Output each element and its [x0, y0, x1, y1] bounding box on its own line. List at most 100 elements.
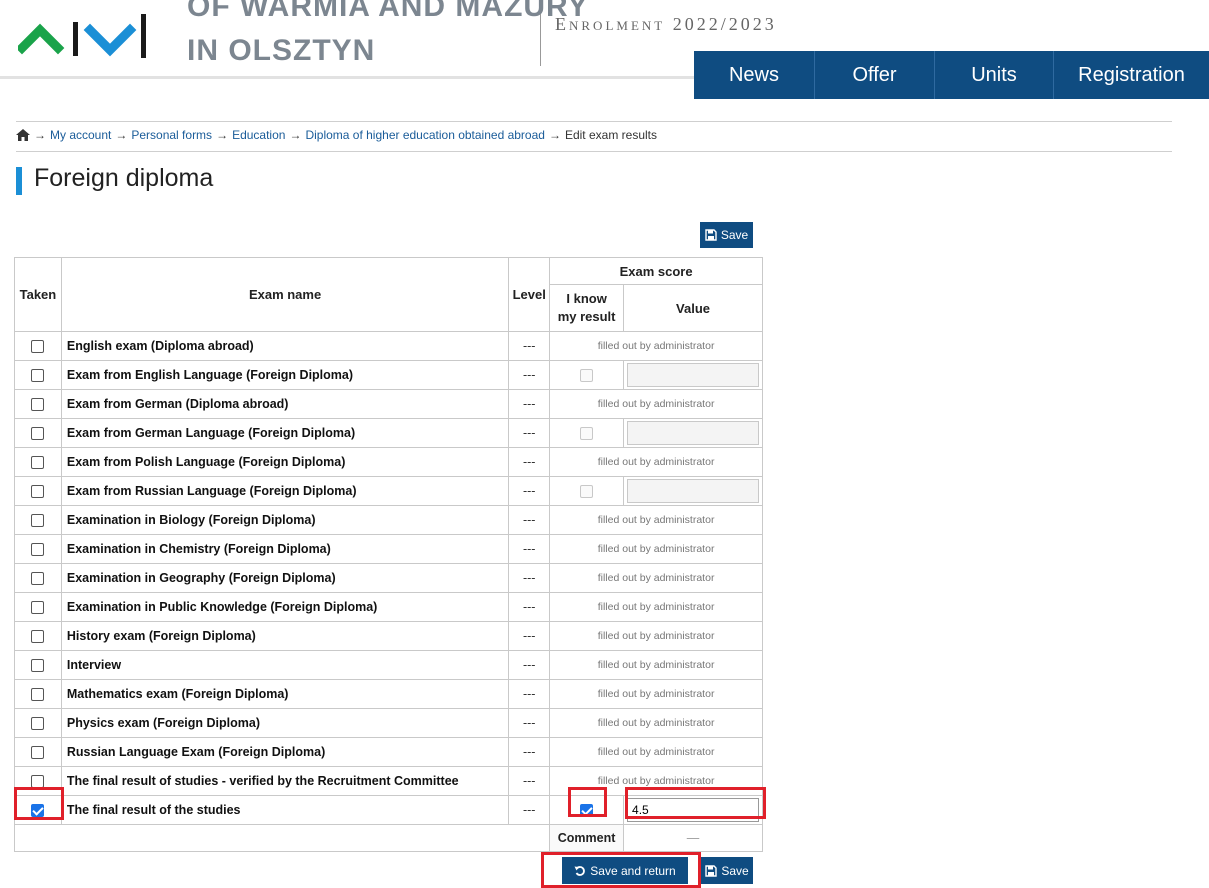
taken-cell — [14, 766, 62, 796]
breadcrumb-my-account[interactable]: My account — [50, 128, 111, 142]
taken-cell — [14, 447, 62, 477]
header-divider — [540, 14, 541, 66]
save-and-return-label: Save and return — [590, 863, 676, 878]
exam-level: --- — [508, 389, 551, 419]
table-row: History exam (Foreign Diploma) --- filled … — [14, 621, 763, 651]
value-cell — [623, 476, 763, 506]
table-row: Russian Language Exam (Foreign Diploma) -… — [14, 737, 763, 767]
table-row: Examination in Biology (Foreign Diploma)… — [14, 505, 763, 535]
table-row: The final result of the studies --- — [14, 795, 763, 825]
exam-name: Exam from Russian Language (Foreign Dipl… — [60, 476, 510, 506]
save-button-label: Save — [720, 228, 749, 242]
taken-checkbox[interactable] — [31, 717, 45, 731]
nav-units[interactable]: Units — [935, 51, 1054, 99]
table-row: Exam from German (Diploma abroad) --- fill… — [14, 389, 763, 419]
value-input[interactable] — [627, 421, 760, 445]
taken-cell — [14, 679, 62, 709]
value-input[interactable] — [627, 363, 760, 387]
table-row: Exam from English Language (Foreign Dipl… — [14, 360, 763, 390]
nav-registration[interactable]: Registration — [1054, 51, 1209, 99]
admin-filled-note: filled out by administrator — [549, 621, 763, 651]
save-and-return-button[interactable]: Save and return — [562, 857, 688, 884]
header-exam-score: Exam score — [549, 257, 763, 285]
taken-checkbox[interactable] — [31, 514, 45, 528]
value-cell — [623, 795, 763, 825]
taken-checkbox[interactable] — [31, 688, 45, 702]
know-result-checkbox[interactable] — [580, 427, 594, 441]
breadcrumb-personal-forms[interactable]: Personal forms — [131, 128, 212, 142]
header-value: Value — [623, 284, 763, 332]
header-i-know-text: I know my result — [557, 291, 616, 324]
taken-cell — [14, 418, 62, 448]
university-logo — [18, 14, 146, 58]
breadcrumb-diploma-abroad[interactable]: Diploma of higher education obtained abr… — [305, 128, 545, 142]
admin-filled-note: filled out by administrator — [549, 708, 763, 738]
taken-checkbox[interactable] — [31, 340, 45, 354]
exam-level: --- — [508, 621, 551, 651]
table-row: Interview --- filled out by administrator — [14, 650, 763, 680]
breadcrumb: → My account → Personal forms → Educatio… — [16, 128, 657, 142]
taken-checkbox[interactable] — [31, 659, 45, 673]
taken-cell — [14, 360, 62, 390]
taken-cell — [14, 737, 62, 767]
taken-checkbox[interactable] — [31, 804, 45, 818]
exam-name: Examination in Public Knowledge (Foreign… — [60, 592, 510, 622]
taken-checkbox[interactable] — [31, 630, 45, 644]
university-name-bottom: IN OLSZTYN — [187, 34, 376, 67]
floppy-disk-icon — [705, 864, 718, 877]
taken-cell — [14, 534, 62, 564]
admin-filled-note: filled out by administrator — [549, 592, 763, 622]
header-taken: Taken — [14, 257, 62, 332]
floppy-disk-icon — [705, 229, 717, 241]
exam-name: History exam (Foreign Diploma) — [60, 621, 510, 651]
know-result-checkbox[interactable] — [580, 804, 594, 818]
taken-checkbox[interactable] — [31, 398, 45, 412]
exam-level: --- — [508, 331, 551, 361]
breadcrumb-arrow: → — [34, 128, 46, 142]
exam-name: Examination in Chemistry (Foreign Diplom… — [60, 534, 510, 564]
exam-level: --- — [508, 708, 551, 738]
home-icon[interactable] — [16, 129, 30, 141]
taken-checkbox[interactable] — [31, 427, 45, 441]
save-button-bottom[interactable]: Save — [701, 857, 753, 884]
taken-checkbox[interactable] — [31, 543, 45, 557]
taken-checkbox[interactable] — [31, 456, 45, 470]
taken-checkbox[interactable] — [31, 746, 45, 760]
taken-checkbox[interactable] — [31, 572, 45, 586]
admin-filled-note: filled out by administrator — [549, 331, 763, 361]
taken-checkbox[interactable] — [31, 485, 45, 499]
taken-checkbox[interactable] — [31, 369, 45, 383]
exam-level: --- — [508, 447, 551, 477]
header-i-know: I know my result — [549, 284, 625, 332]
admin-filled-note: filled out by administrator — [549, 679, 763, 709]
exam-level: --- — [508, 766, 551, 796]
taken-checkbox[interactable] — [31, 601, 45, 615]
exam-name: Exam from German (Diploma abroad) — [60, 389, 510, 419]
taken-checkbox[interactable] — [31, 775, 45, 789]
exam-results-table: Taken Exam name Level Exam score I know … — [13, 257, 763, 852]
exam-level: --- — [508, 360, 551, 390]
save-button-top[interactable]: Save — [700, 222, 753, 248]
know-result-checkbox[interactable] — [580, 369, 594, 383]
exam-rows: English exam (Diploma abroad) --- filled o… — [14, 331, 763, 825]
breadcrumb-education[interactable]: Education — [232, 128, 285, 142]
nav-offer[interactable]: Offer — [815, 51, 935, 99]
table-row: Examination in Public Knowledge (Foreign… — [14, 592, 763, 622]
value-input[interactable] — [627, 798, 760, 822]
admin-filled-note: filled out by administrator — [549, 650, 763, 680]
admin-filled-note: filled out by administrator — [549, 505, 763, 535]
exam-level: --- — [508, 505, 551, 535]
value-cell — [623, 418, 763, 448]
admin-filled-note: filled out by administrator — [549, 534, 763, 564]
exam-name: Examination in Biology (Foreign Diploma) — [60, 505, 510, 535]
nav-news[interactable]: News — [694, 51, 815, 99]
breadcrumb-arrow: → — [548, 128, 561, 142]
taken-cell — [14, 389, 62, 419]
table-row: The final result of studies - verified b… — [14, 766, 763, 796]
know-result-checkbox[interactable] — [580, 485, 594, 499]
value-input[interactable] — [627, 479, 760, 503]
breadcrumb-current: Edit exam results — [564, 128, 657, 142]
breadcrumb-arrow: → — [289, 128, 302, 142]
admin-filled-note: filled out by administrator — [549, 389, 763, 419]
know-result-cell — [549, 476, 625, 506]
